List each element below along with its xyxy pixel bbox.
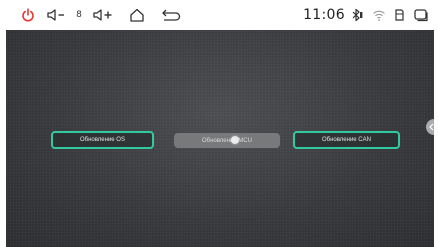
power-icon	[22, 8, 34, 22]
volume-down-icon	[47, 9, 64, 21]
update-can-button[interactable]: Обновление CAN	[293, 131, 400, 149]
clock: 11:06	[303, 7, 345, 23]
home-button[interactable]	[128, 0, 146, 30]
volume-level: 8	[76, 10, 82, 20]
recent-apps-button[interactable]	[412, 0, 430, 30]
home-icon	[130, 8, 144, 22]
bluetooth-status	[349, 0, 365, 30]
chevron-left-icon	[429, 123, 434, 131]
sd-card-status	[393, 0, 405, 30]
wifi-status	[371, 0, 387, 30]
side-panel-handle[interactable]	[426, 119, 434, 135]
volume-up-icon	[93, 9, 112, 21]
update-mcu-button[interactable]: Обновление MCU	[174, 133, 280, 148]
back-button[interactable]	[160, 0, 182, 30]
wifi-icon	[373, 10, 385, 21]
power-button[interactable]	[18, 0, 38, 30]
sd-card-icon	[395, 9, 404, 21]
bluetooth-icon	[352, 8, 363, 22]
volume-down-button[interactable]	[46, 0, 68, 30]
touch-indicator	[231, 136, 239, 144]
recent-apps-icon	[414, 9, 428, 22]
back-icon	[162, 9, 181, 21]
status-bar: 8 11:06	[0, 0, 438, 30]
update-os-button[interactable]: Обновление OS	[51, 131, 154, 149]
update-screen: Обновление OS Обновление MCU Обновление …	[6, 30, 434, 247]
head-unit-screen: 8 11:06 Обновление OS Обновление MCU Обн…	[0, 0, 438, 247]
volume-up-button[interactable]	[92, 0, 116, 30]
